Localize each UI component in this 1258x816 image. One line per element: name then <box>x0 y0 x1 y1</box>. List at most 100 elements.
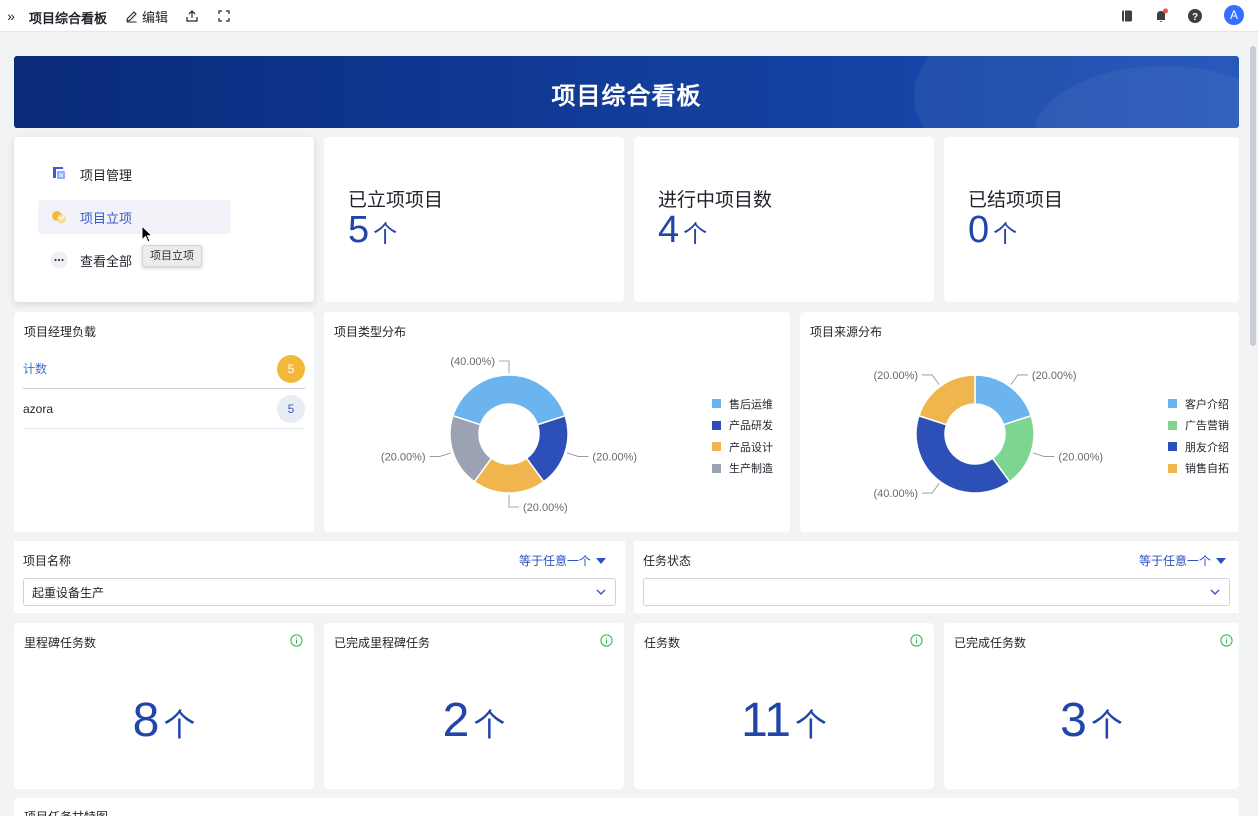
kpi-title: 任务数 <box>644 636 681 650</box>
dashboard-banner: 项目综合看板 <box>14 56 1239 128</box>
filter-project-name: 项目名称 等于任意一个 起重设备生产 <box>14 541 625 613</box>
mouse-cursor-icon <box>141 225 154 243</box>
slice-percent-label: (20.00%) <box>873 370 918 382</box>
filter-label: 项目名称 <box>23 554 72 568</box>
filter-operator-dropdown[interactable]: 等于任意一个 <box>519 552 607 569</box>
slice-percent-label: (40.00%) <box>873 488 918 500</box>
notification-bell-icon[interactable] <box>1153 8 1169 24</box>
stat-unit: 个 <box>373 221 398 248</box>
stat-unit: 个 <box>993 221 1018 248</box>
kpi-value: 8 个 <box>14 693 314 748</box>
donut-slice-4[interactable] <box>917 374 976 426</box>
gantt-card: 项目任务甘特图 <box>14 798 1239 816</box>
kpi-number: 8 <box>132 694 160 747</box>
stat-value: 0 个 <box>968 209 1017 252</box>
filter-label: 任务状态 <box>643 554 692 568</box>
legend-swatch <box>712 399 721 409</box>
donut-slice-3[interactable] <box>915 414 1011 494</box>
kpi-number: 2 <box>442 694 470 747</box>
donut-slice-1[interactable] <box>451 374 567 426</box>
legend-item[interactable]: 广告营销 <box>1168 415 1229 437</box>
chart-legend: 售后运维产品研发产品设计生产制造 <box>712 393 773 479</box>
stat-number: 5 <box>348 209 370 251</box>
legend-label: 售后运维 <box>729 398 773 411</box>
legend-label: 生产制造 <box>729 463 773 476</box>
legend-label: 产品研发 <box>729 420 773 433</box>
row-name: 计数 <box>23 362 48 376</box>
slice-leader-line <box>922 483 940 494</box>
info-icon[interactable] <box>910 634 923 647</box>
select-value: 起重设备生产 <box>32 585 105 600</box>
user-avatar[interactable]: A <box>1224 5 1244 25</box>
donut-slice-1[interactable] <box>974 374 1033 426</box>
project-manage-icon <box>50 165 68 183</box>
legend-item[interactable]: 客户介绍 <box>1168 393 1229 415</box>
project-name-select[interactable]: 起重设备生产 <box>23 578 616 606</box>
kpi-title: 已完成任务数 <box>954 636 1027 650</box>
filter-task-status: 任务状态 等于任意一个 <box>634 541 1239 613</box>
legend-label: 销售自拓 <box>1185 463 1229 476</box>
panel-title: 项目经理负载 <box>24 325 97 339</box>
info-icon[interactable] <box>290 634 303 647</box>
source-distribution-card: 项目来源分布 (20.00%) (20.00%) (40.00%) (20.00%) … <box>800 312 1239 532</box>
info-icon[interactable] <box>600 634 613 647</box>
type-distribution-card: 项目类型分布 (40.00%) (20.00%) (20.00%) (20.00%) … <box>324 312 790 532</box>
slice-percent-label: (20.00%) <box>381 452 426 464</box>
nav-item-project-manage[interactable]: 项目管理 <box>38 157 231 191</box>
info-icon[interactable] <box>1220 634 1233 647</box>
nav-item-view-all[interactable]: 查看全部 <box>38 243 231 277</box>
expand-sidebar-icon[interactable]: » <box>4 8 18 24</box>
more-icon <box>50 251 68 269</box>
svg-text:?: ? <box>1192 12 1198 23</box>
kpi-card-completed-milestones: 已完成里程碑任务 2 个 <box>324 623 624 789</box>
legend-label: 产品设计 <box>729 441 773 454</box>
vertical-scrollbar[interactable] <box>1250 46 1256 346</box>
project-initiate-icon <box>50 208 68 226</box>
count-badge: 5 <box>277 354 305 383</box>
share-icon[interactable] <box>184 8 200 24</box>
stat-value: 4 个 <box>658 209 707 252</box>
kpi-unit: 个 <box>163 707 196 743</box>
slice-leader-line <box>1032 452 1055 457</box>
nav-item-project-initiate[interactable]: 项目立项 <box>38 200 231 234</box>
legend-swatch <box>712 442 721 452</box>
slice-leader-line <box>508 495 519 508</box>
filter-operator-dropdown[interactable]: 等于任意一个 <box>1139 552 1227 569</box>
legend-swatch <box>712 420 721 430</box>
count-badge: 5 <box>277 394 305 423</box>
kpi-card-milestone-tasks: 里程碑任务数 8 个 <box>14 623 314 789</box>
slice-percent-label: (40.00%) <box>450 356 495 368</box>
stat-card-in-progress: 进行中项目数 4 个 <box>634 137 934 302</box>
edit-button[interactable]: 编辑 <box>125 7 168 26</box>
legend-item[interactable]: 售后运维 <box>712 393 773 415</box>
kpi-value: 11 个 <box>634 693 934 748</box>
kpi-unit: 个 <box>473 707 506 743</box>
kpi-unit: 个 <box>794 707 827 743</box>
filter-operator-label: 等于任意一个 <box>1139 554 1212 568</box>
kpi-value: 2 个 <box>324 693 624 748</box>
edit-label: 编辑 <box>142 10 169 25</box>
fullscreen-icon[interactable] <box>216 8 232 24</box>
legend-item[interactable]: 销售自拓 <box>1168 458 1229 480</box>
legend-item[interactable]: 朋友介绍 <box>1168 436 1229 458</box>
notebook-icon[interactable] <box>1119 8 1135 24</box>
kpi-title: 里程碑任务数 <box>24 636 97 650</box>
stat-card-initiated: 已立项项目 5 个 <box>324 137 624 302</box>
manager-load-row[interactable]: azora 5 <box>23 389 305 429</box>
slice-percent-label: (20.00%) <box>1032 370 1077 382</box>
caret-down-icon <box>596 557 607 564</box>
kpi-title: 已完成里程碑任务 <box>334 636 431 650</box>
help-icon[interactable]: ? <box>1187 8 1203 24</box>
stat-value: 5 个 <box>348 209 397 252</box>
legend-item[interactable]: 产品设计 <box>712 436 773 458</box>
legend-item[interactable]: 生产制造 <box>712 458 773 480</box>
manager-load-card: 项目经理负载 计数 5 azora 5 <box>14 312 314 532</box>
slice-leader-line <box>429 452 452 457</box>
legend-swatch <box>1168 399 1177 409</box>
legend-swatch <box>1168 442 1177 452</box>
slice-leader-line <box>922 374 940 385</box>
task-status-select[interactable] <box>643 578 1230 606</box>
slice-leader-line <box>1010 374 1028 385</box>
legend-item[interactable]: 产品研发 <box>712 415 773 437</box>
legend-label: 客户介绍 <box>1185 398 1229 411</box>
